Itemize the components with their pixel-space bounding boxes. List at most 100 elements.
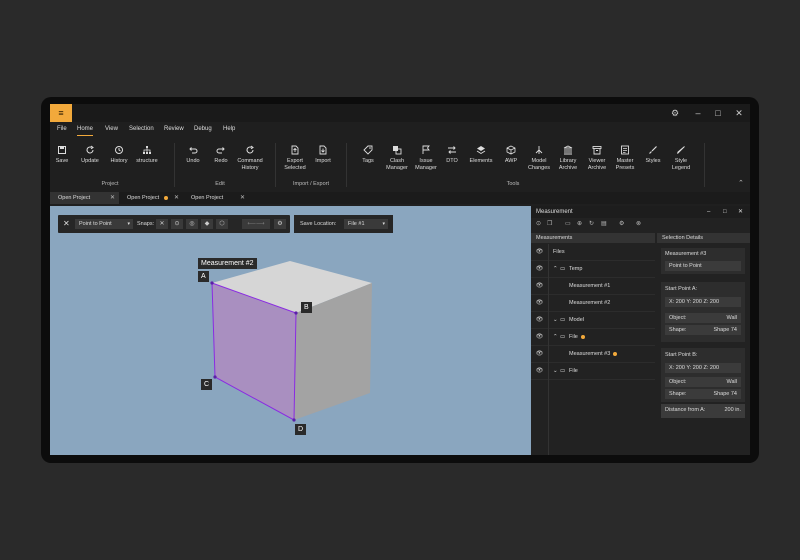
eye-icon[interactable]: 👁	[531, 244, 549, 261]
3d-viewport[interactable]: ✕ Point to Point ▾ Snaps: ✕ ⊙ ◎ ◆ ⬡ ⟵⟶ ⚙…	[50, 206, 531, 455]
menu-help[interactable]: Help	[223, 124, 235, 136]
chevron-down-icon[interactable]: ⌄	[553, 363, 558, 380]
tree-row-model[interactable]: 👁 ⌄ ▭ Model	[531, 312, 655, 329]
export-label-1: Export	[287, 158, 303, 164]
eye-icon[interactable]: 👁	[531, 312, 549, 329]
doc-tab[interactable]: Open Project ✕	[183, 192, 249, 204]
target-icon[interactable]: ⊙	[536, 220, 541, 227]
elements-button[interactable]: Elements	[468, 145, 494, 165]
hamburger-icon[interactable]: ≡	[50, 104, 72, 122]
close-tab-icon[interactable]: ✕	[174, 192, 179, 204]
point-b-marker[interactable]	[294, 311, 298, 315]
tree-label: Model	[569, 317, 584, 323]
export-icon	[291, 145, 299, 155]
dto-button[interactable]: DTO	[443, 145, 461, 165]
clash-manager-button[interactable]: Clash Manager	[383, 145, 411, 172]
redo-label: Redo	[214, 158, 228, 164]
maximize-icon[interactable]: □	[723, 206, 727, 218]
modified-dot-icon	[580, 334, 585, 339]
eye-icon[interactable]: 👁	[531, 295, 549, 312]
styles-button[interactable]: Styles	[642, 145, 664, 165]
minimize-icon[interactable]: –	[707, 206, 710, 218]
structure-icon	[143, 146, 151, 154]
history-button[interactable]: History	[108, 145, 130, 165]
import-label: Import	[315, 158, 331, 164]
document-tabs: Open Project ✕ Open Project ✕ Open Proje…	[50, 192, 750, 204]
eye-icon[interactable]: 👁	[531, 346, 549, 363]
chevron-down-icon[interactable]: ⌄	[553, 312, 558, 329]
point-c-marker[interactable]	[213, 375, 217, 379]
import-icon	[319, 145, 327, 155]
update-button[interactable]: Update	[78, 145, 102, 165]
notes-icon[interactable]: ▤	[601, 220, 607, 227]
eye-icon[interactable]: 👁	[531, 363, 549, 380]
point-d-marker[interactable]	[292, 418, 296, 422]
application-window: ≡ ⚙ – □ ✕ File Home View Selection Revie…	[50, 104, 750, 455]
tree-row-measurement-3[interactable]: 👁 Measurement #3	[531, 346, 655, 363]
distance-value: 200 in.	[724, 407, 741, 413]
viewer-label-2: Archive	[587, 165, 607, 171]
tree-row-measurement-1[interactable]: 👁 Measurement #1	[531, 278, 655, 295]
import-button[interactable]: Import	[311, 145, 335, 165]
chevron-up-icon[interactable]: ⌃	[553, 329, 558, 346]
model-changes-button[interactable]: Model Changes	[527, 145, 551, 172]
menu-file[interactable]: File	[57, 124, 67, 136]
menu-review[interactable]: Review	[164, 124, 184, 136]
settings-icon[interactable]: ⚙	[669, 107, 681, 119]
save-button[interactable]: Save	[53, 145, 71, 165]
cancel-icon[interactable]: ⊗	[636, 220, 641, 227]
eye-icon[interactable]: 👁	[531, 278, 549, 295]
library-archive-button[interactable]: Library Archive	[555, 145, 581, 172]
tree-row-file-2[interactable]: 👁 ⌄ ▭ File	[531, 363, 655, 380]
tree-row-files[interactable]: 👁 Files	[531, 244, 655, 261]
undo-button[interactable]: Undo	[183, 145, 203, 165]
menu-view[interactable]: View	[105, 124, 118, 136]
tree-row-temp[interactable]: 👁 ⌃ ▭ Temp	[531, 261, 655, 278]
model-changes-label-2: Changes	[527, 165, 551, 171]
settings-icon[interactable]: ⚙	[619, 220, 624, 227]
menu-selection[interactable]: Selection	[129, 124, 154, 136]
refresh-icon[interactable]: ↻	[589, 220, 594, 227]
menu-debug[interactable]: Debug	[194, 124, 212, 136]
redo-icon	[216, 147, 225, 154]
awp-button[interactable]: AWP	[501, 145, 521, 165]
library-label-1: Library	[559, 158, 577, 164]
chevron-up-icon[interactable]: ⌃	[553, 261, 558, 278]
collapse-ribbon-icon[interactable]: ⌃	[738, 179, 744, 187]
command-history-button[interactable]: Command History	[235, 145, 265, 172]
folder-icon: ▭	[560, 368, 566, 374]
structure-button[interactable]: structure	[134, 145, 160, 165]
tags-button[interactable]: Tags	[359, 145, 377, 165]
ribbon-separator	[174, 143, 175, 187]
add-icon[interactable]: ⊕	[577, 220, 582, 227]
viewer-archive-button[interactable]: Viewer Archive	[584, 145, 610, 172]
tree-label: File	[569, 329, 585, 346]
redo-button[interactable]: Redo	[211, 145, 231, 165]
close-tab-icon[interactable]: ✕	[240, 192, 245, 204]
eye-icon[interactable]: 👁	[531, 261, 549, 278]
folder-icon: ▭	[560, 317, 566, 323]
style-legend-button[interactable]: Style Legend	[669, 145, 693, 172]
doc-tab[interactable]: Open Project ✕	[50, 192, 119, 204]
tree-row-file[interactable]: 👁 ⌃ ▭ File	[531, 329, 655, 346]
export-selected-button[interactable]: Export Selected	[282, 145, 308, 172]
minimize-icon[interactable]: –	[692, 107, 704, 119]
eye-icon[interactable]: 👁	[531, 329, 549, 346]
new-folder-icon[interactable]: ▭	[565, 220, 571, 227]
close-icon[interactable]: ✕	[733, 107, 745, 119]
master-presets-button[interactable]: Master Presets	[613, 145, 637, 172]
menu-home[interactable]: Home	[77, 124, 94, 136]
shape-b-field: Shape: Shape 74	[665, 389, 741, 399]
close-icon[interactable]: ✕	[738, 206, 743, 218]
maximize-icon[interactable]: □	[712, 107, 724, 119]
elements-label: Elements	[469, 158, 493, 164]
issue-label-1: Issue	[419, 158, 433, 164]
copy-icon[interactable]: ❐	[547, 220, 552, 227]
presets-icon	[621, 145, 629, 155]
doc-tab[interactable]: Open Project ✕	[119, 192, 183, 204]
issue-manager-button[interactable]: Issue Manager	[412, 145, 440, 172]
tree-row-measurement-2[interactable]: 👁 Measurement #2	[531, 295, 655, 312]
point-a-marker[interactable]	[210, 281, 214, 285]
cube-scene	[210, 261, 372, 422]
close-tab-icon[interactable]: ✕	[110, 192, 115, 204]
